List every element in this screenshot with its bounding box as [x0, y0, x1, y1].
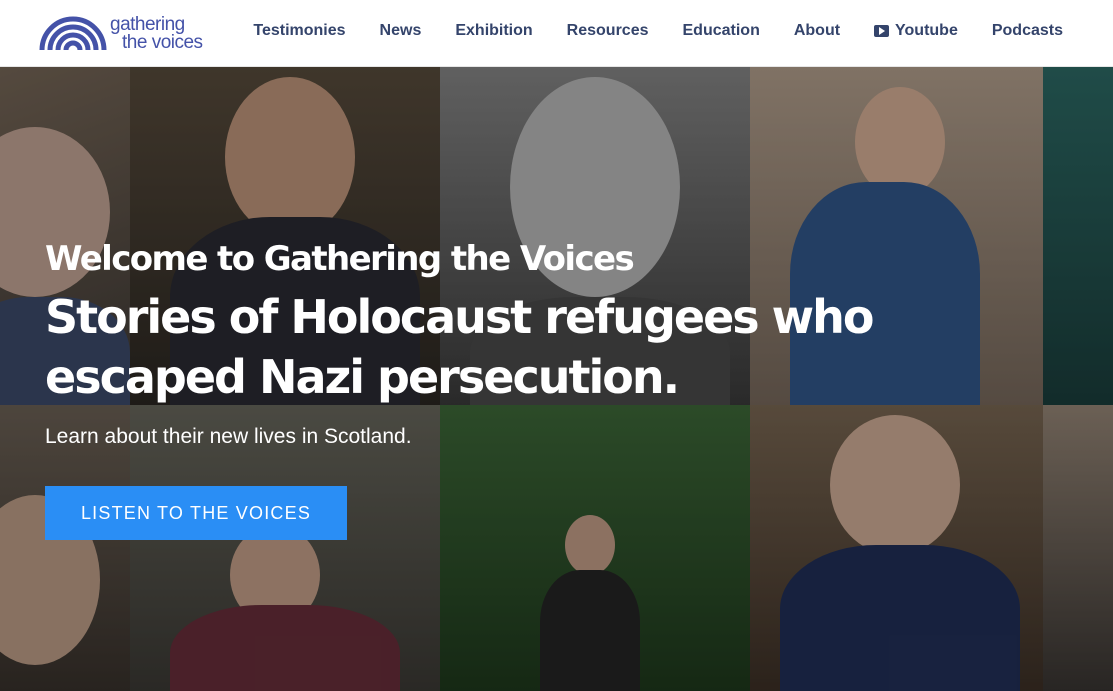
main-nav: Testimonies News Exhibition Resources Ed… — [219, 22, 1063, 40]
nav-about[interactable]: About — [794, 22, 840, 40]
nav-youtube-label: Youtube — [895, 22, 958, 39]
site-header: gathering the voices Testimonies News Ex… — [0, 0, 1113, 67]
rainbow-logo-icon — [39, 16, 107, 51]
youtube-icon — [874, 25, 890, 37]
hero-eyebrow: Welcome to Gathering the Voices — [45, 239, 635, 279]
nav-podcasts[interactable]: Podcasts — [992, 22, 1063, 40]
logo-text: gathering the voices — [110, 15, 203, 53]
nav-education[interactable]: Education — [683, 22, 760, 40]
nav-exhibition[interactable]: Exhibition — [455, 22, 532, 40]
listen-to-voices-button[interactable]: LISTEN TO THE VOICES — [45, 486, 347, 540]
nav-testimonies[interactable]: Testimonies — [253, 22, 345, 40]
hero-section: Welcome to Gathering the Voices Stories … — [0, 67, 1113, 691]
hero-headline: Stories of Holocaust refugees who escape… — [45, 290, 875, 404]
nav-resources[interactable]: Resources — [567, 22, 649, 40]
logo-line-2: the voices — [122, 32, 203, 53]
hero-text-block: Welcome to Gathering the Voices Stories … — [45, 239, 1085, 449]
nav-news[interactable]: News — [380, 22, 422, 40]
hero-subheading: Learn about their new lives in Scotland. — [45, 425, 412, 448]
site-logo[interactable]: gathering the voices — [38, 12, 208, 56]
nav-youtube[interactable]: Youtube — [874, 22, 958, 40]
